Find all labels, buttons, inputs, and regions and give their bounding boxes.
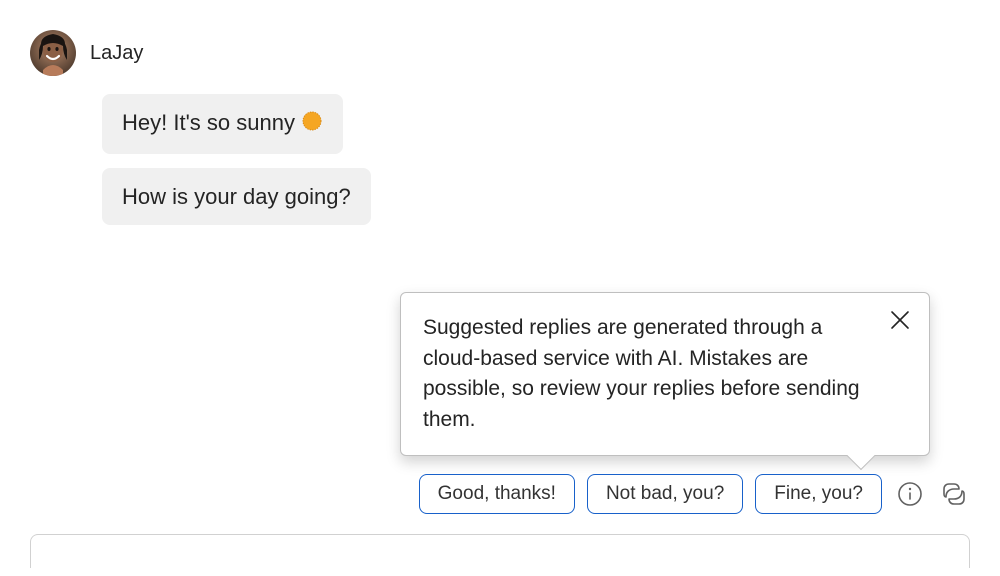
tooltip-tail (847, 442, 875, 470)
suggested-reply-button[interactable]: Not bad, you? (587, 474, 743, 514)
incoming-message: Hey! It's so sunny (102, 94, 343, 154)
message-text: How is your day going? (122, 184, 351, 209)
tooltip-text: Suggested replies are generated through … (423, 316, 860, 430)
message-text: Hey! It's so sunny (122, 110, 301, 135)
message-list: Hey! It's so sunny How is your day going… (102, 94, 970, 225)
copilot-icon[interactable] (938, 478, 970, 510)
suggested-reply-button[interactable]: Fine, you? (755, 474, 882, 514)
suggested-reply-button[interactable]: Good, thanks! (419, 474, 575, 514)
close-icon[interactable] (889, 309, 911, 331)
avatar[interactable] (30, 30, 76, 76)
incoming-message: How is your day going? (102, 168, 371, 226)
chat-area: LaJay Hey! It's so sunny How is your day… (0, 0, 1000, 576)
sun-emoji-icon (301, 110, 323, 140)
suggested-replies-row: Good, thanks! Not bad, you? Fine, you? (419, 474, 970, 514)
info-icon[interactable] (894, 478, 926, 510)
sender-name: LaJay (90, 42, 143, 65)
compose-input[interactable] (30, 534, 970, 568)
suggested-replies-tooltip: Suggested replies are generated through … (400, 292, 930, 456)
sender-header: LaJay (30, 30, 970, 76)
